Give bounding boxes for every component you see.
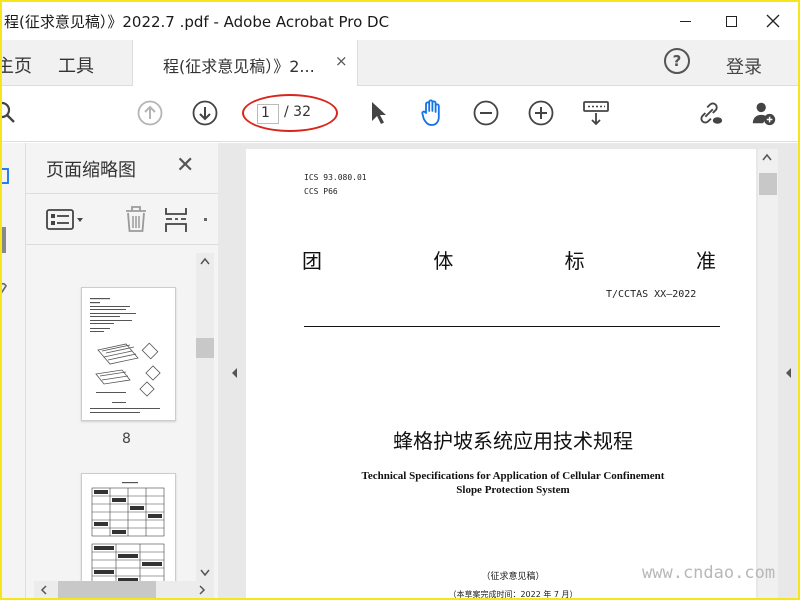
next-page-icon[interactable] bbox=[191, 99, 219, 127]
login-button[interactable]: 登录 bbox=[726, 53, 762, 79]
panel-title: 页面缩略图 bbox=[46, 160, 136, 181]
standard-title-char: 准 bbox=[695, 249, 716, 273]
close-icon bbox=[766, 14, 780, 28]
more-tools-dot bbox=[204, 218, 207, 221]
standard-title-char: 团 bbox=[302, 249, 322, 273]
extract-page-icon[interactable] bbox=[164, 206, 188, 234]
document-main-title: 蜂格护坡系统应用技术规程 bbox=[393, 429, 633, 453]
previous-page-icon[interactable] bbox=[136, 99, 164, 127]
page-thumbnails-nav-icon[interactable] bbox=[2, 167, 12, 191]
hand-tool-icon[interactable] bbox=[418, 99, 446, 127]
tab-tools[interactable]: 工具 bbox=[58, 52, 94, 78]
window-title: 程(征求意见稿）》2022.7 .pdf - Adobe Acrobat Pro… bbox=[4, 13, 390, 31]
select-cursor-icon[interactable] bbox=[364, 99, 392, 127]
pdf-page: ICS 93.080.01 CCS P66 团 体 标 准 T/CCTAS XX… bbox=[246, 149, 756, 598]
standard-title-char: 标 bbox=[564, 249, 585, 273]
document-view: ICS 93.080.01 CCS P66 团 体 标 准 T/CCTAS XX… bbox=[218, 143, 798, 598]
bookmark-nav-icon[interactable] bbox=[2, 227, 6, 253]
page-display-icon[interactable] bbox=[582, 99, 610, 127]
page-thumbnails-panel: 页面缩略图 ✕ 8 bbox=[26, 143, 218, 598]
standard-title-char: 体 bbox=[433, 249, 454, 273]
english-title-line: Technical Specifications for Application… bbox=[361, 470, 665, 482]
help-icon[interactable]: ? bbox=[664, 48, 690, 74]
thumbnail-page-8[interactable] bbox=[81, 287, 176, 421]
scroll-up-arrow-icon[interactable] bbox=[762, 153, 772, 161]
horizontal-scrollbar-thumb[interactable] bbox=[58, 581, 156, 598]
english-title-line: Slope Protection System bbox=[456, 484, 570, 496]
thumbnail-page-9[interactable] bbox=[81, 473, 176, 598]
panel-toolbar bbox=[26, 193, 218, 245]
minimize-icon bbox=[679, 20, 691, 22]
standard-type-title: 团 体 标 准 bbox=[302, 245, 716, 274]
attachment-nav-icon[interactable] bbox=[2, 281, 10, 299]
close-window-button[interactable] bbox=[750, 2, 796, 40]
zoom-out-icon[interactable] bbox=[472, 99, 500, 127]
document-vertical-scrollbar[interactable] bbox=[758, 149, 778, 598]
thumbnail-scrollbar-thumb[interactable] bbox=[196, 338, 214, 358]
ics-line: ICS 93.080.01 bbox=[304, 173, 367, 182]
watermark-text: www.cndao.com bbox=[642, 563, 776, 583]
title-bar: 程(征求意见稿）》2022.7 .pdf - Adobe Acrobat Pro… bbox=[2, 2, 798, 40]
standard-number: T/CCTAS XX—2022 bbox=[606, 289, 697, 300]
tab-home[interactable]: 主页 bbox=[2, 52, 32, 78]
document-tab-close-button[interactable]: × bbox=[335, 52, 348, 70]
thumbnail-horizontal-scrollbar[interactable] bbox=[34, 581, 214, 598]
delete-page-icon[interactable] bbox=[122, 204, 150, 234]
minimize-button[interactable] bbox=[662, 2, 708, 40]
scroll-up-arrow-icon[interactable] bbox=[200, 257, 210, 265]
acrobat-window: 程(征求意见稿）》2022.7 .pdf - Adobe Acrobat Pro… bbox=[2, 2, 798, 598]
date-note: （本草案完成时间：2022 年 7 月） bbox=[448, 590, 578, 598]
maximize-button[interactable] bbox=[708, 2, 754, 40]
thumbnail-vertical-scrollbar[interactable] bbox=[196, 253, 214, 583]
share-link-icon[interactable] bbox=[696, 99, 724, 127]
panel-close-button[interactable]: ✕ bbox=[176, 153, 194, 178]
ics-code-block: ICS 93.080.01 CCS P66 bbox=[304, 171, 367, 199]
document-scrollbar-thumb[interactable] bbox=[759, 173, 777, 195]
search-icon[interactable] bbox=[2, 99, 20, 127]
document-english-title: Technical Specifications for Application… bbox=[246, 469, 780, 497]
title-divider bbox=[304, 326, 720, 327]
zoom-in-icon[interactable] bbox=[527, 99, 555, 127]
left-navigation-strip bbox=[2, 143, 26, 598]
document-tab[interactable]: 程(征求意见稿）》2... × bbox=[132, 40, 358, 86]
add-user-icon[interactable] bbox=[750, 99, 778, 127]
expand-right-panel-icon[interactable] bbox=[784, 367, 792, 379]
thumbnail-options-icon[interactable] bbox=[46, 208, 88, 232]
main-toolbar: 1 / 32 bbox=[2, 86, 798, 142]
ccs-line: CCS P66 bbox=[304, 187, 338, 196]
collapse-left-panel-icon[interactable] bbox=[230, 367, 238, 379]
document-tab-label: 程(征求意见稿）》2... bbox=[163, 57, 315, 76]
scroll-down-arrow-icon[interactable] bbox=[200, 569, 210, 577]
scroll-left-arrow-icon[interactable] bbox=[40, 585, 48, 595]
maximize-icon bbox=[725, 15, 737, 27]
red-highlight-ellipse bbox=[242, 94, 338, 132]
thumbnail-page-label: 8 bbox=[122, 431, 131, 447]
scroll-right-arrow-icon[interactable] bbox=[198, 585, 206, 595]
menu-tab-bar: 主页 工具 程(征求意见稿）》2... × ? 登录 bbox=[2, 40, 798, 86]
